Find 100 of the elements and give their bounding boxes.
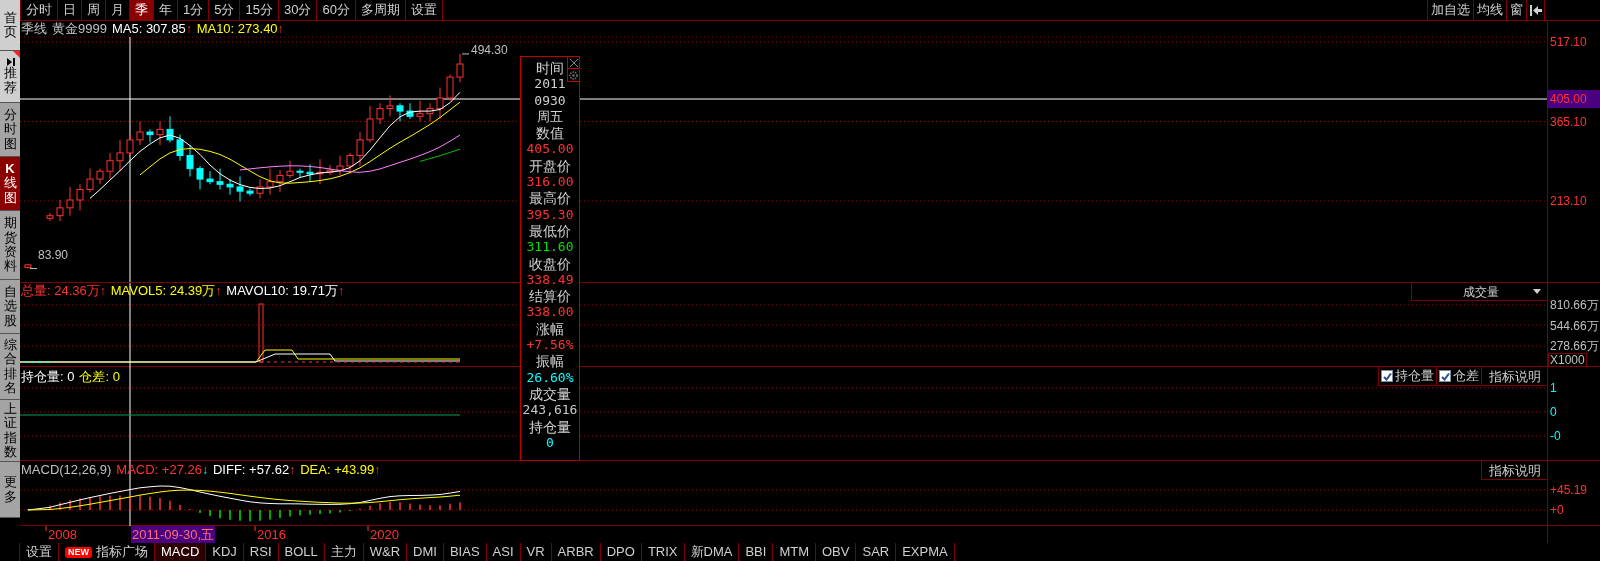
candlestick — [326, 164, 334, 176]
legend-label: MA10: 273.40 — [196, 20, 278, 39]
indicator-tab[interactable]: ARBR — [550, 543, 601, 561]
period-tab[interactable]: 多周期 — [354, 0, 405, 20]
candlestick — [246, 188, 254, 197]
toolbar-button[interactable]: 均线 — [1473, 0, 1506, 20]
sidebar-tab[interactable]: 更多 — [0, 462, 20, 518]
tooltip-label: 收盘价 — [529, 255, 571, 272]
axis-label: 213.10 — [1550, 194, 1587, 208]
indicator-tab[interactable]: BIAS — [442, 543, 487, 561]
legend-label: 黄金9999 — [52, 20, 107, 39]
axis-label: 517.10 — [1550, 35, 1587, 49]
indicator-help-button[interactable]: 指标说明 — [1481, 461, 1547, 480]
period-tab[interactable]: 年 — [153, 0, 177, 20]
tooltip-value: 316.00 — [526, 174, 574, 191]
candlestick — [426, 102, 434, 123]
checkbox[interactable] — [1439, 370, 1451, 382]
period-tab[interactable]: 季 — [129, 0, 153, 20]
period-tab[interactable]: 1分 — [177, 0, 209, 20]
indicator-tab[interactable]: MTM — [772, 543, 816, 561]
candlestick — [24, 263, 32, 270]
legend-label: DIFF: +57.62 — [212, 461, 290, 480]
tooltip-value: 2011 — [534, 76, 566, 93]
period-tab[interactable]: 日 — [57, 0, 81, 20]
indicator-tab[interactable]: TRIX — [640, 543, 685, 561]
trend-arrow: ↓ — [201, 462, 208, 479]
tooltip-value: 311.60 — [526, 239, 574, 256]
indicator-tab[interactable]: 新DMA — [683, 543, 740, 561]
sidebar-tab[interactable]: 推荐 — [0, 51, 20, 103]
sidebar-tab[interactable]: 分时图 — [0, 103, 20, 157]
new-badge: NEW — [65, 546, 92, 558]
indicator-tab[interactable]: DPO — [599, 543, 642, 561]
checkbox[interactable] — [1381, 370, 1393, 382]
period-tab[interactable]: 分时 — [20, 0, 57, 20]
period-tab[interactable]: 设置 — [404, 0, 442, 20]
indicator-tab[interactable]: W&R — [362, 543, 408, 561]
candlestick — [236, 175, 244, 203]
period-tab[interactable]: 5分 — [208, 0, 240, 20]
candlestick — [216, 168, 224, 191]
candlestick — [416, 100, 424, 123]
close-icon[interactable] — [567, 57, 579, 69]
candlestick — [156, 121, 164, 146]
sidebar-tab[interactable]: 首页 — [0, 0, 20, 51]
indicator-help-button[interactable]: 指标说明 — [1481, 367, 1547, 386]
indicator-tab[interactable]: KDJ — [205, 543, 244, 561]
axis-label: 1 — [1550, 381, 1557, 395]
sidebar-tab[interactable]: 综合排名 — [0, 334, 20, 400]
axis-label: 544.66万 — [1550, 318, 1599, 333]
sidebar-tab[interactable]: 自选股 — [0, 280, 20, 334]
indicator-tab[interactable]: DMI — [406, 543, 444, 561]
legend-label: MACD: +27.26 — [116, 461, 202, 480]
candlestick — [126, 134, 134, 157]
sidebar-tab[interactable]: 期货资料 — [0, 211, 20, 280]
candlestick — [316, 158, 324, 185]
candlestick — [456, 53, 464, 83]
indicator-tab[interactable]: 设置 — [19, 543, 59, 561]
period-tab[interactable]: 周 — [81, 0, 105, 20]
legend-label: DEA: +43.99 — [300, 461, 375, 480]
period-tab[interactable]: 30分 — [277, 0, 317, 20]
period-tab[interactable]: 60分 — [316, 0, 355, 20]
sidebar-tab[interactable]: K线图 — [0, 157, 20, 211]
indicator-tab[interactable]: BOLL — [277, 543, 325, 561]
tooltip-label: 数值 — [536, 125, 564, 142]
candlestick — [96, 168, 104, 185]
toolbar-button[interactable]: 加自选 — [1427, 0, 1473, 20]
collapse-icon[interactable] — [1526, 0, 1545, 20]
candlestick — [376, 102, 384, 125]
indicator-tab[interactable]: EXPMA — [895, 543, 955, 561]
candlestick — [136, 121, 144, 146]
candlestick — [386, 94, 394, 117]
indicator-tab[interactable]: SAR — [855, 543, 897, 561]
candlestick — [196, 165, 204, 191]
indicator-tab[interactable]: ASI — [485, 543, 521, 561]
tooltip-value: 338.00 — [526, 304, 574, 321]
candlestick — [76, 183, 84, 211]
indicator-tab[interactable]: OBV — [815, 543, 857, 561]
toolbar-button[interactable]: 窗 — [1506, 0, 1526, 20]
crosshair-value: 405.00 — [1548, 90, 1600, 108]
indicator-tab[interactable]: 主力 — [323, 543, 364, 561]
candlestick — [366, 105, 374, 143]
period-tab[interactable]: 15分 — [239, 0, 278, 20]
candlestick — [176, 134, 184, 162]
candlestick — [406, 102, 414, 120]
indicator-tab[interactable]: BBI — [738, 543, 774, 561]
indicator-tab[interactable]: MACD — [154, 543, 207, 561]
indicator-tab[interactable]: RSI — [242, 543, 279, 561]
candlestick — [306, 163, 314, 183]
indicator-tab[interactable]: VR — [519, 543, 552, 561]
sidebar-tab[interactable]: 上证指数 — [0, 400, 20, 462]
crosshair-date: 2011-09-30,五 — [131, 526, 216, 543]
tooltip-label: 持仓量 — [529, 418, 571, 435]
legend-label: 持仓量: 0 — [21, 367, 75, 386]
legend-label: 总量: 24.36万 — [21, 282, 100, 301]
gear-icon[interactable] — [567, 69, 579, 82]
axis-unit: X1000 — [1548, 353, 1587, 367]
caret-icon — [1533, 289, 1541, 294]
volume-dropdown[interactable]: 成交量 — [1411, 283, 1547, 301]
candlestick — [266, 168, 274, 196]
axis-label: -0 — [1550, 429, 1561, 443]
candlestick — [396, 102, 404, 123]
